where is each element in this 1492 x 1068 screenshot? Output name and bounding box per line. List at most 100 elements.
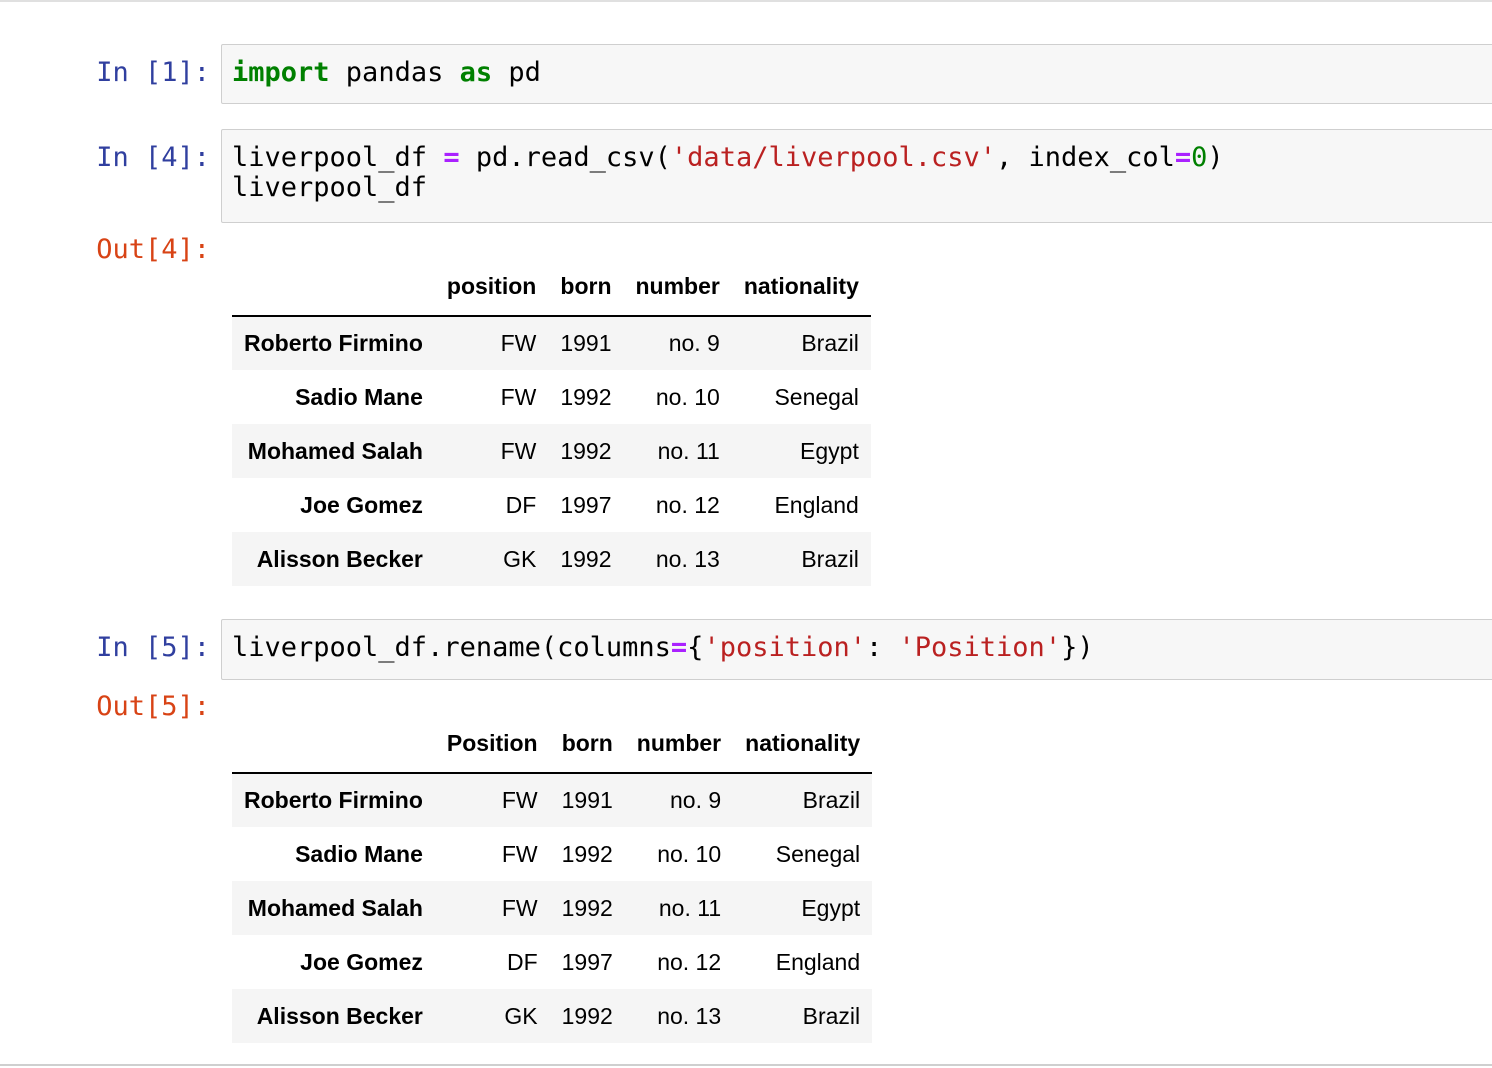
table-row: Mohamed Salah FW 1992 no. 11 Egypt: [232, 881, 873, 935]
table-cell: Brazil: [802, 787, 861, 813]
row-index-label: Roberto Firmino: [244, 330, 423, 356]
table-row: Sadio Mane FW 1992 no. 10 Senegal: [232, 827, 873, 881]
code-line: liverpool_df.rename(columns={'position':…: [232, 634, 1492, 661]
table-header-row: Position born number nationality: [232, 715, 873, 774]
notebook-bottom-border: [0, 1064, 1492, 1066]
table-row: Alisson Becker GK 1992 no. 13 Brazil: [232, 989, 873, 1043]
table-cell: no. 11: [658, 894, 722, 921]
table-cell: Senegal: [774, 383, 859, 410]
column-header: born: [549, 715, 625, 774]
column-header: Position: [434, 715, 550, 774]
code-token: liverpool_df: [232, 142, 444, 173]
table-cell: FW: [500, 330, 537, 356]
table-cell: no. 11: [657, 437, 720, 464]
notebook-top-border: [0, 0, 1492, 2]
table-cell: no. 10: [657, 840, 722, 867]
dataframe-output-4: position born number nationality Roberto Fir…: [232, 258, 871, 586]
column-header: position: [434, 258, 549, 317]
table-row: Roberto Firmino FW 1991 no. 9 Brazil: [232, 773, 873, 827]
code-token: =: [443, 142, 460, 173]
table-row: Alisson Becker GK 1992 no. 13 Brazil: [232, 532, 871, 586]
table-cell: England: [774, 491, 859, 518]
cell-2-input-prompt: In [4]:: [96, 142, 210, 173]
table-cell: FW: [501, 787, 538, 813]
table-row: Roberto Firmino FW 1991 no. 9 Brazil: [232, 316, 871, 370]
table-cell: no. 12: [655, 491, 720, 518]
cell-1-input-prompt: In [1]:: [96, 57, 210, 88]
table-cell: Brazil: [801, 330, 859, 356]
table-cell: no. 10: [655, 383, 720, 410]
table-cell: no. 12: [657, 948, 722, 975]
cell-2-output-prompt: Out[4]:: [96, 234, 210, 265]
row-index-label: Mohamed Salah: [247, 894, 423, 921]
code-token: as: [459, 57, 493, 88]
table-cell: 1992: [561, 894, 613, 921]
table-row: Mohamed Salah FW 1992 no. 11 Egypt: [232, 424, 871, 478]
table-cell: FW: [501, 894, 538, 921]
table-cell: 1991: [560, 330, 612, 356]
code-token: 'Position': [898, 632, 1062, 663]
table-cell: Egypt: [801, 894, 861, 921]
table-row: Joe Gomez DF 1997 no. 12 England: [232, 478, 871, 532]
code-token: pd.read_csv(: [459, 142, 671, 173]
row-index-label: Joe Gomez: [300, 491, 423, 518]
column-header: number: [623, 258, 732, 317]
table-header-row: position born number nationality: [232, 258, 871, 317]
table-cell: no. 9: [669, 787, 722, 813]
code-line: liverpool_df: [232, 174, 1492, 201]
table-cell: FW: [501, 840, 538, 867]
code-token: , index_col: [996, 142, 1175, 173]
table-cell: 1992: [561, 1002, 613, 1029]
row-index-label: Roberto Firmino: [244, 787, 423, 813]
code-token: =: [1174, 142, 1192, 173]
code-token: }): [1061, 632, 1094, 663]
cell-3-input-prompt: In [5]:: [96, 632, 210, 663]
code-token: liverpool_df.rename(columns: [232, 632, 671, 663]
row-index-label: Sadio Mane: [295, 383, 423, 410]
code-line: import pandas as pd: [232, 59, 1492, 86]
row-index-label: Sadio Mane: [295, 840, 423, 867]
table-cell: GK: [503, 545, 537, 572]
table-cell: Brazil: [802, 1002, 861, 1029]
table-cell: GK: [504, 1002, 538, 1029]
index-header: [232, 715, 435, 774]
table-cell: no. 9: [668, 330, 720, 356]
table-cell: Senegal: [775, 840, 861, 867]
code-token: import: [232, 57, 330, 88]
index-header: [232, 258, 435, 317]
table-cell: 1992: [560, 383, 612, 410]
table-cell: 1992: [560, 437, 612, 464]
column-header: number: [624, 715, 734, 774]
table-row: Joe Gomez DF 1997 no. 12 England: [232, 935, 873, 989]
code-token: 0: [1191, 142, 1208, 173]
code-token: pandas: [329, 57, 460, 88]
table-cell: no. 13: [657, 1002, 722, 1029]
row-index-label: Alisson Becker: [256, 545, 423, 572]
code-token: pd: [492, 57, 541, 88]
code-token: :: [866, 632, 899, 663]
table-cell: DF: [506, 948, 538, 975]
table-cell: 1992: [560, 545, 612, 572]
table-cell: England: [775, 948, 861, 975]
code-token: ): [1207, 142, 1224, 173]
table-cell: no. 13: [655, 545, 720, 572]
table-cell: 1991: [561, 787, 613, 813]
table-cell: 1992: [561, 840, 613, 867]
code-line: liverpool_df = pd.read_csv('data/liverpo…: [232, 144, 1492, 171]
cell-3-code-editor[interactable]: liverpool_df.rename(columns={'position':…: [221, 619, 1492, 680]
cell-3-output-prompt: Out[5]:: [96, 691, 210, 722]
table-cell: Brazil: [801, 545, 859, 572]
cell-1-code-editor[interactable]: import pandas as pd: [221, 44, 1492, 104]
code-token: liverpool_df: [232, 172, 428, 203]
table-cell: 1997: [560, 491, 612, 518]
cell-2-code-editor[interactable]: liverpool_df = pd.read_csv('data/liverpo…: [221, 129, 1492, 223]
row-index-label: Mohamed Salah: [247, 437, 423, 464]
code-token: 'data/liverpool.csv': [670, 142, 997, 173]
code-token: 'position': [703, 632, 866, 663]
table-cell: 1997: [561, 948, 613, 975]
code-token: {: [687, 632, 704, 663]
code-token: =: [670, 632, 688, 663]
row-index-label: Joe Gomez: [300, 948, 423, 975]
column-header: nationality: [733, 715, 873, 774]
table-cell: DF: [505, 491, 537, 518]
